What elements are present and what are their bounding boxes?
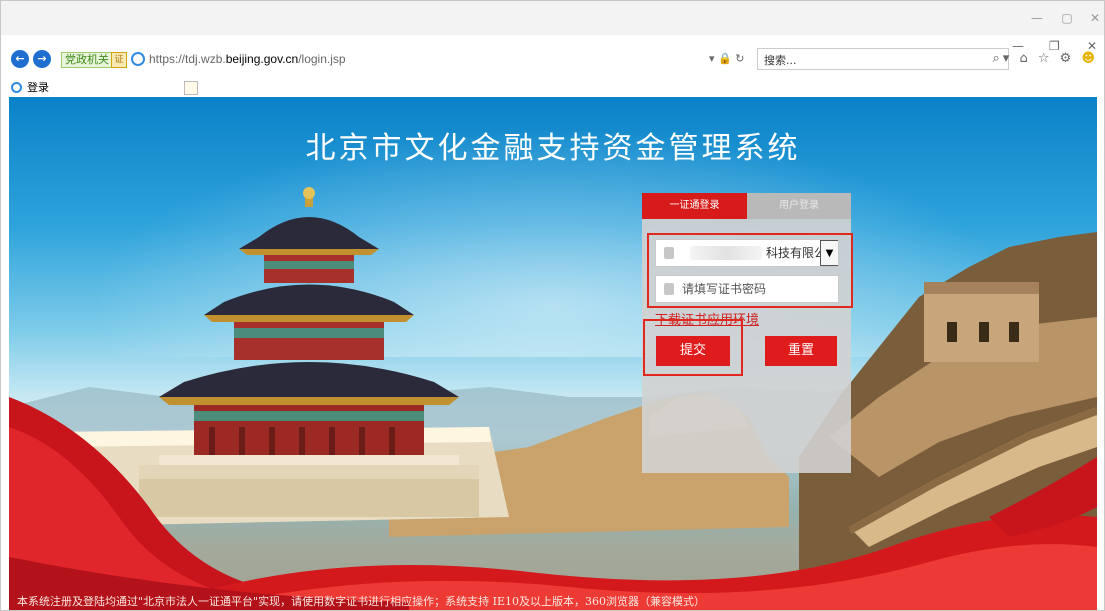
minimize-icon[interactable]: — — [1029, 11, 1045, 25]
url-prefix: https://tdj.wzb. — [149, 52, 226, 66]
toolbar-icons[interactable]: ⌕▾ ⌂ ☆ ⚙ ☻ — [992, 51, 1098, 66]
page-content: 北京市文化金融支持资金管理系统 一证通登录 用户登录 科技有限公 ▼ 请填写证书… — [9, 97, 1097, 610]
cert-selected-value: 科技有限公 — [766, 246, 827, 260]
chevron-down-icon[interactable]: ▼ — [820, 240, 838, 266]
address-bar-row: ← → 党政机关 证 https://tdj.wzb.beijing.gov.c… — [1, 35, 1104, 79]
extension-label[interactable]: 党政机关 — [61, 52, 113, 68]
extension-badge[interactable]: 证 — [111, 52, 127, 68]
home-icon[interactable]: ⌂ — [1019, 51, 1030, 66]
user-icon — [664, 247, 674, 259]
back-icon[interactable]: ← — [11, 50, 29, 68]
favorites-icon[interactable]: ☆ — [1038, 51, 1053, 66]
password-field[interactable]: 请填写证书密码 — [655, 275, 839, 303]
search-dropdown-icon[interactable]: ⌕▾ — [992, 51, 1012, 66]
url-domain: beijing.gov.cn — [225, 52, 299, 66]
tab-strip: 登录 × — [1, 79, 1104, 97]
tab-cert-login[interactable]: 一证通登录 — [642, 193, 747, 219]
tab-title: 登录 — [27, 81, 49, 94]
cert-select[interactable]: 科技有限公 ▼ — [655, 239, 839, 267]
url-input[interactable]: https://tdj.wzb.beijing.gov.cn/login.jsp — [149, 52, 346, 66]
submit-button[interactable]: 提交 — [656, 336, 730, 366]
browser-window: — ▢ ✕ ← → 党政机关 证 https://tdj.wzb.beijing… — [0, 0, 1105, 611]
forward-icon[interactable]: → — [33, 50, 51, 68]
close-icon[interactable]: ✕ — [1087, 11, 1103, 25]
search-input[interactable]: 搜索... — [757, 48, 1009, 70]
address-tools[interactable]: ▾ 🔒 ↻ — [709, 52, 744, 65]
redacted-text — [690, 246, 762, 260]
lock-icon — [664, 283, 674, 295]
smiley-icon[interactable]: ☻ — [1081, 51, 1098, 66]
title-bar: — ▢ ✕ — [1, 1, 1104, 35]
gear-icon[interactable]: ⚙ — [1060, 51, 1075, 66]
red-ribbon-decoration — [9, 397, 1097, 610]
page-title: 北京市文化金融支持资金管理系统 — [305, 131, 801, 166]
url-path: /login.jsp — [298, 52, 346, 66]
ie-icon — [131, 52, 145, 66]
tab-login[interactable]: 登录 × — [11, 79, 195, 97]
tab-user-login[interactable]: 用户登录 — [747, 193, 851, 219]
login-tabs: 一证通登录 用户登录 — [642, 193, 851, 219]
password-placeholder: 请填写证书密码 — [682, 282, 767, 296]
maximize-icon[interactable]: ▢ — [1059, 11, 1075, 25]
ie-icon — [11, 82, 22, 93]
reset-button[interactable]: 重置 — [765, 336, 837, 366]
new-tab-button[interactable] — [184, 81, 198, 95]
login-panel: 一证通登录 用户登录 科技有限公 ▼ 请填写证书密码 下载证书应用环境 提交 重… — [642, 193, 853, 473]
footer-notice: 本系统注册及登陆均通过"北京市法人一证通平台"实现，请使用数字证书进行相应操作；… — [17, 595, 705, 608]
